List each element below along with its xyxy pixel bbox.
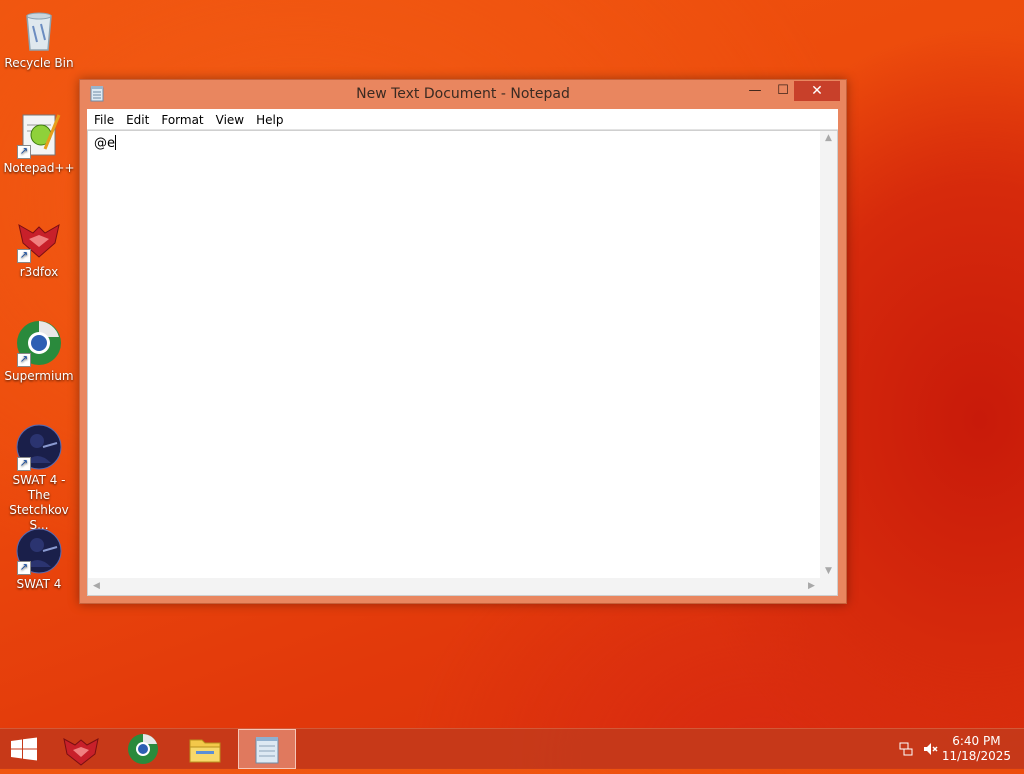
menu-view[interactable]: View — [210, 110, 250, 130]
desktop-icon-label: Supermium — [4, 369, 74, 383]
resize-grip[interactable] — [820, 578, 837, 595]
notepad-plus-plus-icon: ↗ — [15, 111, 63, 159]
start-icon — [11, 737, 37, 761]
notepad-window[interactable]: New Text Document - Notepad — ☐ ✕ File Ed… — [79, 79, 847, 604]
shortcut-arrow-icon: ↗ — [17, 561, 31, 575]
menu-edit[interactable]: Edit — [120, 110, 155, 130]
title-bar[interactable]: New Text Document - Notepad — ☐ ✕ — [80, 80, 846, 108]
horizontal-scrollbar[interactable]: ◀ ▶ — [88, 578, 820, 595]
supermium-icon: ↗ — [15, 319, 63, 367]
system-clock[interactable]: 6:40 PM 11/18/2025 — [942, 734, 1011, 764]
taskbar-file-explorer[interactable] — [176, 729, 234, 769]
window-title: New Text Document - Notepad — [356, 86, 570, 102]
scroll-right-icon[interactable]: ▶ — [803, 581, 820, 591]
clock-date: 11/18/2025 — [941, 749, 1011, 763]
desktop-icon-label: Recycle Bin — [4, 56, 74, 70]
close-button[interactable]: ✕ — [794, 81, 840, 101]
shortcut-arrow-icon: ↗ — [17, 457, 31, 471]
desktop-icon-notepad-plus-plus[interactable]: ↗ Notepad++ — [0, 111, 78, 176]
desktop-icon-label: SWAT 4 — [16, 577, 62, 591]
vertical-scrollbar[interactable]: ▲ ▼ — [820, 131, 837, 578]
supermium-icon — [128, 734, 158, 764]
shortcut-arrow-icon: ↗ — [17, 353, 31, 367]
menu-bar: File Edit Format View Help — [87, 109, 838, 130]
menu-format[interactable]: Format — [155, 110, 209, 130]
scroll-up-icon[interactable]: ▲ — [820, 133, 837, 143]
minimize-button[interactable]: — — [742, 81, 768, 101]
text-caret — [115, 135, 116, 150]
scroll-down-icon[interactable]: ▼ — [820, 566, 837, 576]
recycle-bin-icon — [15, 6, 63, 54]
shortcut-arrow-icon: ↗ — [17, 249, 31, 263]
notepad-icon — [255, 737, 279, 764]
r3dfox-icon — [63, 738, 99, 766]
editor-content[interactable]: @e — [94, 135, 116, 151]
swat4-icon: ↗ — [15, 527, 63, 575]
network-icon[interactable] — [898, 741, 914, 760]
desktop-icon-swat4-stetchkov[interactable]: ↗ SWAT 4 - The Stetchkov S... — [0, 423, 78, 533]
desktop-icon-label: SWAT 4 - The Stetchkov S... — [9, 473, 69, 532]
file-explorer-icon — [189, 739, 221, 763]
desktop-icon-label: r3dfox — [19, 265, 59, 279]
taskbar-notepad[interactable] — [238, 729, 296, 769]
swat4-expansion-icon: ↗ — [15, 423, 63, 471]
maximize-button[interactable]: ☐ — [770, 81, 796, 101]
clock-time: 6:40 PM — [952, 734, 1001, 748]
start-button[interactable] — [0, 729, 48, 769]
text-editor[interactable]: @e ▲ ▼ ◀ ▶ — [87, 130, 838, 596]
desktop-icon-swat4[interactable]: ↗ SWAT 4 — [0, 527, 78, 592]
scroll-left-icon[interactable]: ◀ — [88, 581, 105, 591]
menu-help[interactable]: Help — [250, 110, 289, 130]
taskbar-r3dfox[interactable] — [52, 729, 110, 769]
taskbar: 6:40 PM 11/18/2025 — [0, 728, 1024, 769]
desktop-icon-r3dfox[interactable]: ↗ r3dfox — [0, 215, 78, 280]
desktop-icon-supermium[interactable]: ↗ Supermium — [0, 319, 78, 384]
shortcut-arrow-icon: ↗ — [17, 145, 31, 159]
menu-file[interactable]: File — [88, 110, 120, 130]
desktop-icon-label: Notepad++ — [3, 161, 75, 175]
desktop-icon-recycle-bin[interactable]: Recycle Bin — [0, 6, 78, 71]
volume-muted-icon[interactable] — [922, 741, 938, 760]
r3dfox-icon: ↗ — [15, 215, 63, 263]
taskbar-supermium[interactable] — [114, 729, 172, 769]
document-text: @e — [94, 136, 115, 151]
